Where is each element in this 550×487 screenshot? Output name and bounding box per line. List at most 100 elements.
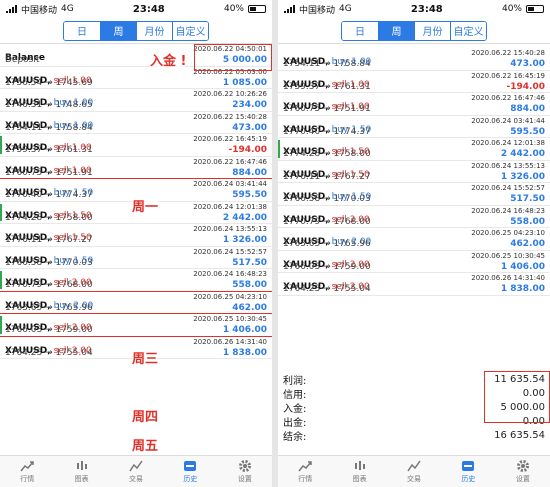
list-item[interactable]: XAUUSD, sell 2.00 2020.06.24 16:48:23 1770.…	[278, 206, 550, 228]
row-detail: 1764.23 → 1755.04 1 838.00	[283, 284, 545, 294]
history-list: XAUUSD, buy 1.00 2020.06.22 15:40:28 1754.1…	[278, 48, 550, 296]
trade-profit: 1 406.00	[500, 261, 545, 272]
status-bar: 中国移动 4G 23:48 40%	[278, 0, 550, 18]
trade-date: 2020.06.24 03:41:44	[193, 180, 267, 188]
trade-prices: 1759.37 → 1761.31	[5, 145, 93, 155]
trade-date: 2020.06.24 16:48:23	[193, 270, 267, 278]
quotes-icon	[19, 459, 35, 473]
trade-prices: 1763.65 → 1765.96	[5, 302, 93, 313]
tab-1[interactable]: 周	[100, 21, 136, 40]
list-item[interactable]: XAUUSD, buy 1.00 2020.06.22 15:40:28 1754.1…	[0, 112, 272, 134]
row-header: XAUUSD, sell 2.00 2020.06.24 16:48:23	[5, 270, 267, 288]
trade-profit: 595.50	[232, 190, 267, 200]
status-bar: 中国移动 4G 23:48 40%	[0, 0, 272, 18]
period-tabs: 日周月份 自定义	[0, 18, 272, 44]
battery-percent: 40%	[501, 4, 522, 14]
row-detail: 1770.40 → 1774.37 595.50	[283, 127, 545, 137]
row-header: XAUUSD, buy 1.50 2020.06.24 15:52:57	[283, 184, 545, 202]
trade-profit: 884.00	[510, 104, 545, 114]
bottom-nav: 行情 图表 交易 历史 设置	[278, 455, 550, 487]
nav-item-2[interactable]: 交易	[387, 456, 441, 487]
network-type: 4G	[339, 4, 352, 14]
trade-profit: 558.00	[510, 216, 545, 227]
list-item[interactable]: XAUUSD, sell 1.50 2020.06.24 12:01:38 1774.…	[278, 138, 550, 161]
row-header: XAUUSD, sell 1.00 2020.06.22 16:47:46	[5, 158, 267, 176]
list-item[interactable]: XAUUSD, buy 1.50 2020.06.24 03:41:44 1770.4…	[278, 116, 550, 138]
trade-profit: 473.00	[510, 59, 545, 69]
tab-1[interactable]: 周	[378, 21, 414, 40]
trade-prices: 1764.23 → 1755.04	[283, 284, 371, 294]
summary-label: 信用:	[283, 389, 307, 401]
nav-item-4[interactable]: 设置	[218, 456, 272, 487]
trade-date: 2020.06.22 15:40:28	[471, 49, 545, 57]
list-item[interactable]: XAUUSD, sell 1.50 2020.06.24 13:55:13 1776.…	[0, 224, 272, 247]
trade-profit: 1 838.00	[222, 347, 267, 358]
list-item[interactable]: XAUUSD, sell 1.50 2020.06.24 13:55:13 1776.…	[278, 161, 550, 183]
row-header: XAUUSD, buy 1.00 2020.06.22 15:40:28	[5, 112, 267, 131]
trade-profit: -194.00	[228, 145, 267, 155]
period-tabs: 日周月份 自定义	[278, 18, 550, 44]
row-detail: 1763.65 → 1765.96 462.00	[283, 239, 545, 249]
tab-2[interactable]: 月份	[136, 21, 172, 40]
trade-date: 2020.06.24 16:48:23	[471, 206, 545, 215]
trade-prices: 1776.11 → 1767.27	[283, 171, 371, 182]
trade-date: 2020.06.24 12:01:38	[471, 139, 545, 147]
carrier: 中国移动	[299, 5, 336, 16]
trade-profit: 595.50	[510, 126, 545, 137]
tab-2[interactable]: 月份	[414, 21, 450, 40]
list-item[interactable]: XAUUSD, buy 1.00 2020.06.22 10:26:26 1746.3…	[0, 89, 272, 112]
trade-date: 2020.06.22 16:45:19	[471, 71, 545, 80]
row-header: XAUUSD, sell 2.00 2020.06.26 14:31:40	[283, 274, 545, 292]
list-item[interactable]: XAUUSD, sell 1.00 2020.06.22 16:45:19 1759.…	[0, 134, 272, 157]
trade-prices: 1760.75 → 1751.91	[5, 167, 93, 178]
nav-item-3[interactable]: 历史	[163, 456, 217, 487]
clock: 23:48	[410, 3, 443, 15]
trade-prices: 1760.75 → 1751.91	[283, 104, 371, 114]
row-detail: 1766.58 → 1770.03 517.50	[283, 194, 545, 204]
left-screen: 中国移动 4G 23:48 40% 日周月份 自定义 Balance 2020.06…	[0, 0, 272, 487]
nav-item-4[interactable]: 设置	[496, 456, 550, 487]
tab-0[interactable]: 日	[342, 21, 378, 40]
list-item[interactable]: XAUUSD, buy 1.50 2020.06.24 15:52:57 1766.5…	[278, 183, 550, 206]
list-item[interactable]: XAUUSD, sell 1.00 2020.06.22 16:47:46 1760.…	[0, 157, 272, 179]
annotation-friday: 周五	[132, 435, 159, 454]
trade-profit: 558.00	[232, 280, 267, 290]
nav-item-3[interactable]: 历史	[441, 456, 495, 487]
row-detail: 1754.11 → 1758.84 473.00	[5, 123, 267, 133]
list-item[interactable]: XAUUSD, sell 1.00 2020.06.22 16:47:46 1760.…	[278, 93, 550, 116]
trade-date: 2020.06.22 16:47:46	[471, 94, 545, 102]
row-header: XAUUSD, buy 1.00 2020.06.22 10:26:26	[5, 90, 267, 108]
list-item[interactable]: XAUUSD, sell 2.00 2020.06.26 14:31:40 1764.…	[278, 273, 550, 296]
list-item[interactable]: XAUUSD, buy 1.00 2020.06.22 15:40:28 1754.1…	[278, 48, 550, 71]
row-detail: 1760.75 → 1751.91 884.00	[283, 104, 545, 114]
tab-3[interactable]: 自定义	[172, 21, 208, 40]
row-detail: 1770.79 → 1768.00 558.00	[5, 280, 267, 290]
list-item[interactable]: XAUUSD, buy 2.00 2020.06.25 04:23:10 1763.6…	[0, 292, 272, 314]
trade-date: 2020.06.24 13:55:13	[471, 161, 545, 170]
row-header: XAUUSD, buy 2.00 2020.06.25 04:23:10	[283, 229, 545, 247]
nav-item-0[interactable]: 行情	[278, 456, 332, 487]
nav-item-1[interactable]: 图表	[332, 456, 386, 487]
nav-item-1[interactable]: 图表	[54, 456, 108, 487]
summary-label: 入金:	[283, 403, 307, 415]
deposit-highlight-box	[194, 44, 272, 71]
trade-profit: 1 326.00	[500, 171, 545, 182]
list-item[interactable]: XAUUSD, sell 1.00 2020.06.22 16:45:19 1759.…	[278, 71, 550, 93]
tab-0[interactable]: 日	[64, 21, 100, 40]
nav-item-2[interactable]: 交易	[109, 456, 163, 487]
row-header: XAUUSD, sell 2.00 2020.06.24 16:48:23	[283, 206, 545, 225]
row-header: XAUUSD, sell 1.50 2020.06.24 12:01:38	[283, 139, 545, 157]
trade-date: 2020.06.24 15:52:57	[193, 247, 267, 256]
trade-date: 2020.06.22 15:40:28	[193, 112, 267, 121]
list-item[interactable]: XAUUSD, buy 1.50 2020.06.24 15:52:57 1766.5…	[0, 247, 272, 269]
tab-3[interactable]: 自定义	[450, 21, 486, 40]
nav-item-0[interactable]: 行情	[0, 456, 54, 487]
trade-prices: 1766.03 → 1759.00	[5, 325, 93, 335]
list-item[interactable]: XAUUSD, sell 2.00 2020.06.24 16:48:23 1770.…	[0, 269, 272, 292]
list-item[interactable]: XAUUSD, sell 2.00 2020.06.25 10:30:45 1766.…	[0, 314, 272, 337]
gear-icon	[515, 459, 531, 473]
nav-label: 交易	[129, 475, 144, 483]
list-item[interactable]: XAUUSD, sell 2.00 2020.06.25 10:30:45 1766.…	[278, 251, 550, 273]
battery-icon	[247, 5, 266, 13]
list-item[interactable]: XAUUSD, buy 2.00 2020.06.25 04:23:10 1763.6…	[278, 228, 550, 251]
